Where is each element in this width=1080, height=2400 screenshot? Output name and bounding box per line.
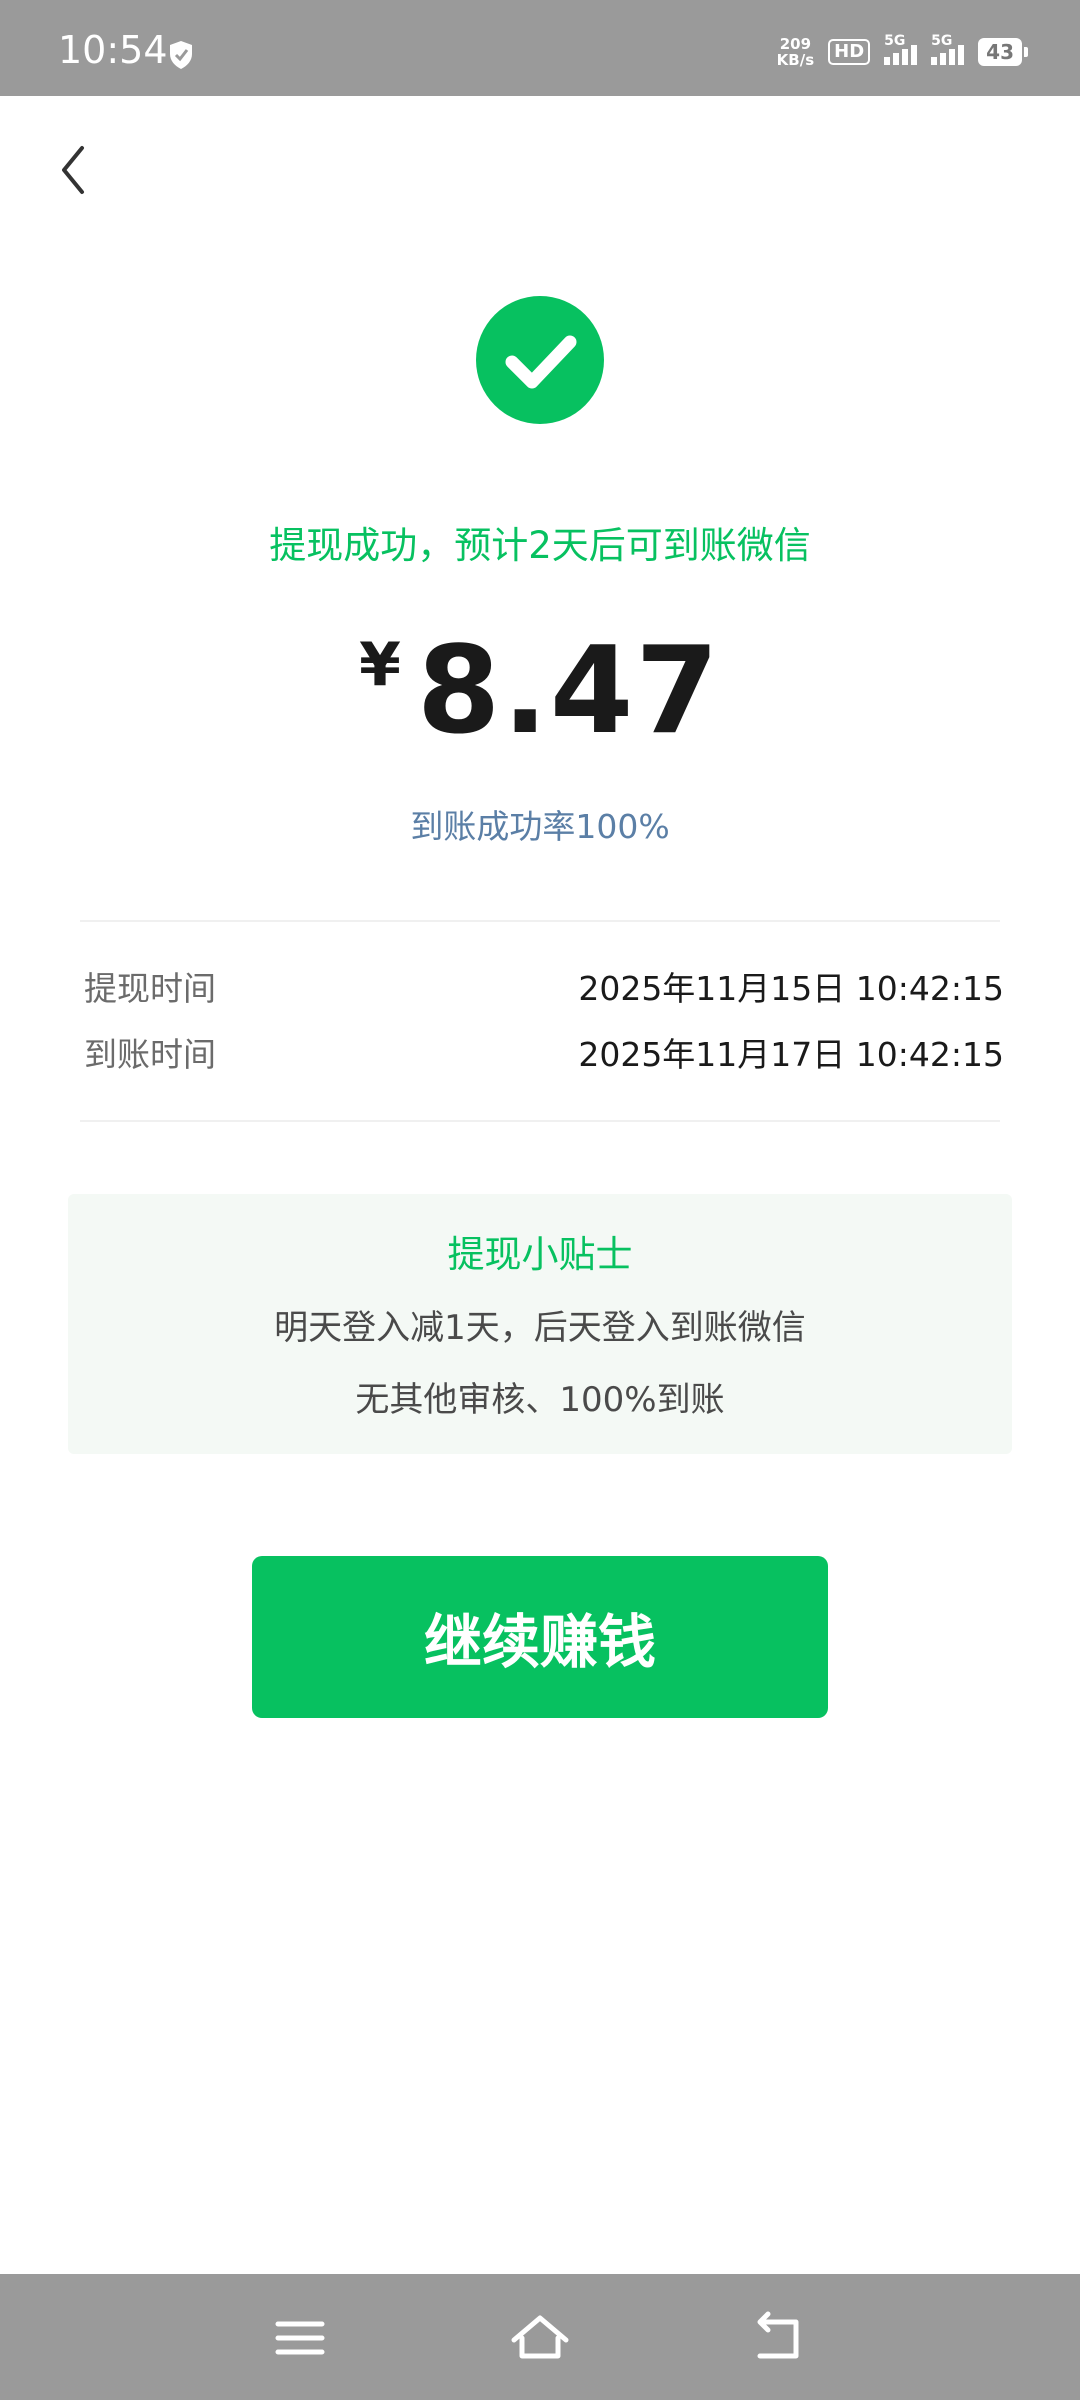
withdraw-amount: ¥8.47 [0, 622, 1080, 761]
network-speed: 209 KB/s [776, 35, 815, 69]
divider-top [80, 920, 1000, 922]
detail-label: 到账时间 [84, 1035, 216, 1074]
tips-line: 无其他审核、100%到账 [355, 1380, 725, 1420]
system-nav-bar [0, 2274, 1080, 2400]
back-icon[interactable] [750, 2308, 810, 2368]
detail-value: 2025年11月17日 10:42:15 [578, 1035, 1004, 1074]
continue-earning-button[interactable]: 继续赚钱 [252, 1556, 828, 1718]
tips-title: 提现小贴士 [447, 1233, 633, 1276]
signal-sim2-icon: 5G [931, 33, 965, 65]
shield-icon [168, 40, 194, 74]
withdraw-status-text: 提现成功，预计2天后可到账微信 [269, 524, 811, 567]
detail-row-withdraw-time: 提现时间 2025年11月15日 10:42:15 [84, 962, 1004, 1010]
tips-card: 提现小贴士 明天登入减1天，后天登入到账微信 无其他审核、100%到账 [68, 1194, 1012, 1454]
back-button[interactable] [54, 140, 94, 200]
tips-line: 明天登入减1天，后天登入到账微信 [274, 1308, 806, 1348]
detail-row-arrival-time: 到账时间 2025年11月17日 10:42:15 [84, 1028, 1004, 1076]
signal-sim1-icon: 5G [884, 33, 918, 65]
currency-symbol: ¥ [359, 630, 401, 700]
chevron-left-icon [62, 146, 84, 194]
battery-icon: 43 [978, 38, 1028, 66]
detail-label: 提现时间 [84, 969, 216, 1008]
success-rate-text: 到账成功率100% [410, 807, 670, 846]
status-time: 10:54 [58, 28, 168, 72]
detail-value: 2025年11月15日 10:42:15 [578, 969, 1004, 1008]
hd-badge: HD [828, 39, 871, 65]
divider-bottom [80, 1120, 1000, 1122]
status-bar: 10:54 209 KB/s HD 5G 5G 43 [0, 0, 1080, 96]
menu-icon[interactable] [270, 2308, 330, 2368]
home-icon[interactable] [510, 2308, 570, 2368]
check-circle-icon [476, 296, 604, 424]
amount-value: 8.47 [416, 622, 721, 761]
